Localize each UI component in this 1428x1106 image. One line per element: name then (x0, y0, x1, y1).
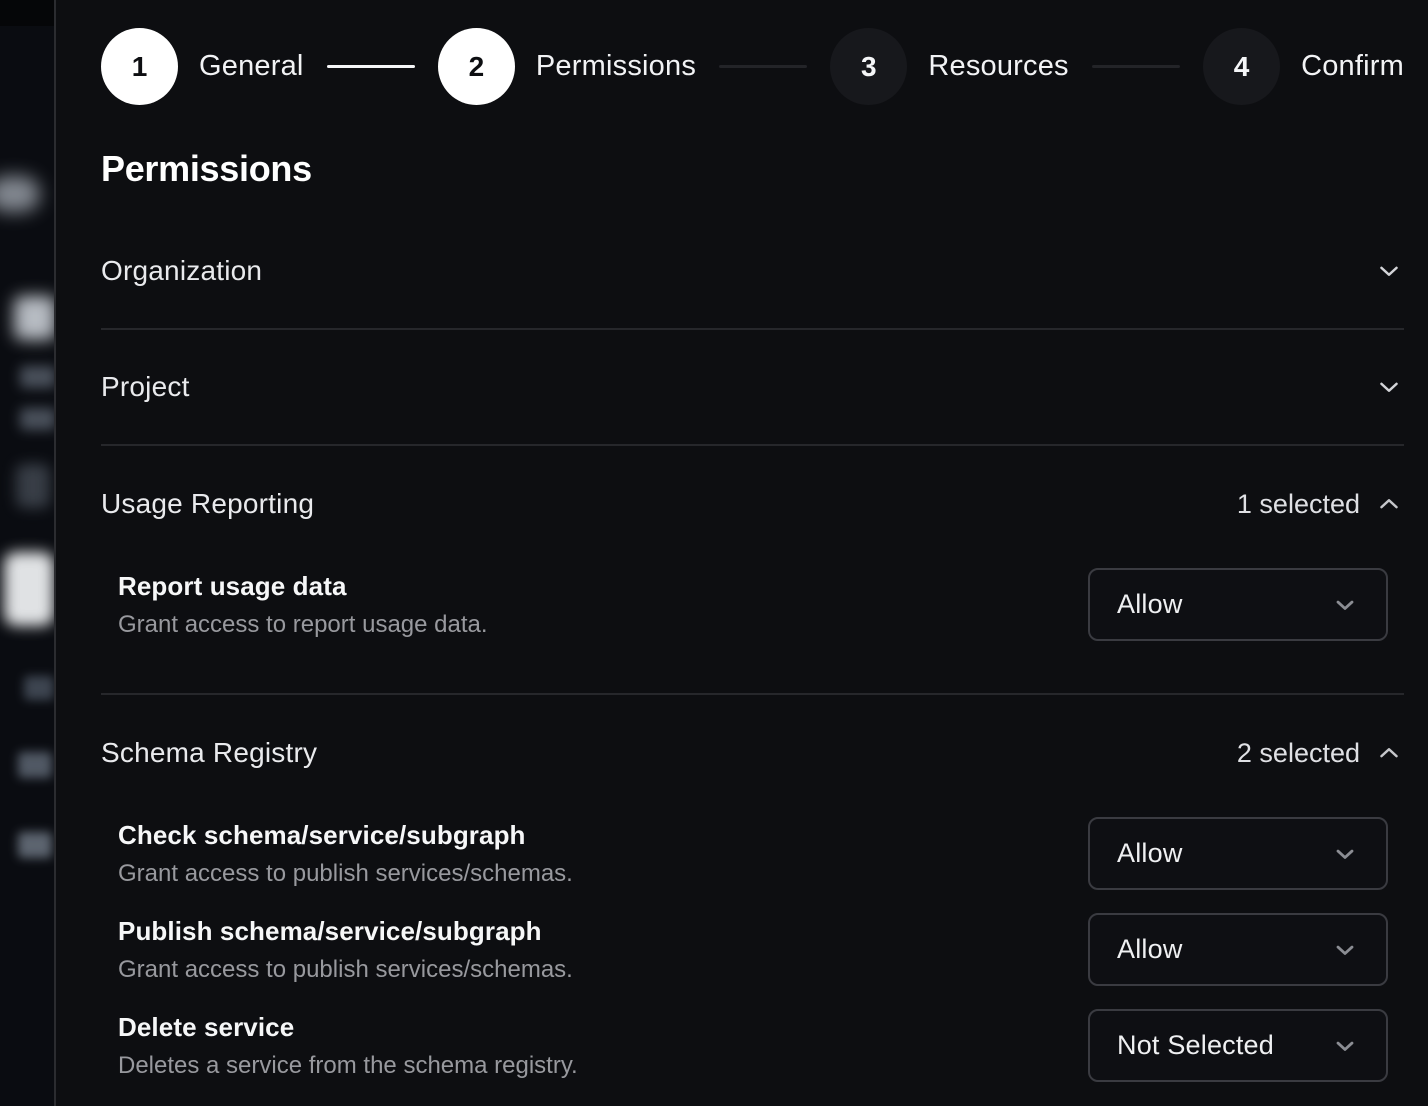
section-project: Project (101, 330, 1404, 446)
section-schema-registry-header[interactable]: Schema Registry 2 selected (101, 695, 1404, 769)
chevron-down-icon (1331, 840, 1359, 868)
blurred-active-card (4, 552, 54, 626)
chevron-down-icon (1331, 591, 1359, 619)
permission-select-delete-service[interactable]: Not Selected (1088, 1009, 1388, 1082)
blurred-text-line (20, 366, 54, 388)
permission-row-report-usage-data: Report usage data Grant access to report… (101, 568, 1404, 641)
step-confirm-number: 4 (1203, 28, 1280, 105)
chevron-up-icon (1374, 489, 1404, 519)
permission-description: Deletes a service from the schema regist… (118, 1052, 578, 1080)
blurred-text-line (20, 408, 54, 430)
step-resources[interactable]: 3 Resources (830, 28, 1068, 105)
blurred-nav-item (18, 832, 52, 858)
wizard-stepper: 1 General 2 Permissions 3 Resources 4 Co… (101, 28, 1404, 105)
blurred-nav-pill (0, 176, 40, 212)
section-schema-registry: Schema Registry 2 selected Check schema/… (101, 695, 1404, 1106)
step-confirm[interactable]: 4 Confirm (1203, 28, 1404, 105)
permission-row-check-schema: Check schema/service/subgraph Grant acce… (101, 817, 1404, 890)
blurred-background-sidebar (0, 0, 54, 1106)
step-connector-3 (1092, 65, 1180, 68)
step-general-label: General (199, 50, 304, 83)
permission-select-value: Allow (1117, 934, 1183, 965)
blurred-account-badge (14, 296, 54, 340)
step-connector-1 (327, 65, 415, 68)
section-project-title: Project (101, 371, 190, 403)
permission-title: Check schema/service/subgraph (118, 820, 573, 851)
chevron-down-icon (1331, 936, 1359, 964)
permission-select-publish-schema[interactable]: Allow (1088, 913, 1388, 986)
section-organization-title: Organization (101, 255, 262, 287)
chevron-down-icon (1374, 256, 1404, 286)
permission-title: Report usage data (118, 571, 488, 602)
step-general-number: 1 (101, 28, 178, 105)
section-organization-header[interactable]: Organization (101, 214, 1404, 328)
chevron-down-icon (1374, 372, 1404, 402)
permission-select-value: Not Selected (1117, 1030, 1274, 1061)
step-general[interactable]: 1 General (101, 28, 304, 105)
chevron-down-icon (1331, 1032, 1359, 1060)
step-connector-2 (719, 65, 807, 68)
create-key-wizard-panel: 1 General 2 Permissions 3 Resources 4 Co… (56, 0, 1428, 1106)
section-schema-registry-title: Schema Registry (101, 737, 317, 769)
section-usage-reporting-header[interactable]: Usage Reporting 1 selected (101, 446, 1404, 520)
blurred-nav-item (18, 752, 52, 778)
section-usage-reporting-title: Usage Reporting (101, 488, 314, 520)
step-permissions[interactable]: 2 Permissions (438, 28, 696, 105)
permission-select-value: Allow (1117, 589, 1183, 620)
chevron-up-icon (1374, 738, 1404, 768)
step-resources-label: Resources (928, 50, 1068, 83)
permission-title: Publish schema/service/subgraph (118, 916, 573, 947)
permission-description: Grant access to publish services/schemas… (118, 956, 573, 984)
permission-row-publish-schema: Publish schema/service/subgraph Grant ac… (101, 913, 1404, 986)
permission-select-value: Allow (1117, 838, 1183, 869)
blurred-nav-item (24, 676, 54, 700)
section-usage-reporting: Usage Reporting 1 selected Report usage … (101, 446, 1404, 695)
section-organization: Organization (101, 214, 1404, 330)
permission-description: Grant access to publish services/schemas… (118, 860, 573, 888)
page-title: Permissions (101, 148, 1404, 190)
permission-row-delete-service: Delete service Deletes a service from th… (101, 1009, 1404, 1082)
step-permissions-label: Permissions (536, 50, 696, 83)
step-resources-number: 3 (830, 28, 907, 105)
step-permissions-number: 2 (438, 28, 515, 105)
blurred-topbar (0, 0, 54, 26)
permission-select-report-usage-data[interactable]: Allow (1088, 568, 1388, 641)
permission-select-check-schema[interactable]: Allow (1088, 817, 1388, 890)
permission-title: Delete service (118, 1012, 578, 1043)
selected-count-badge: 1 selected (1237, 489, 1360, 520)
permission-description: Grant access to report usage data. (118, 611, 488, 639)
blurred-nav-item (16, 464, 50, 508)
selected-count-badge: 2 selected (1237, 738, 1360, 769)
step-confirm-label: Confirm (1301, 50, 1404, 83)
section-project-header[interactable]: Project (101, 330, 1404, 444)
